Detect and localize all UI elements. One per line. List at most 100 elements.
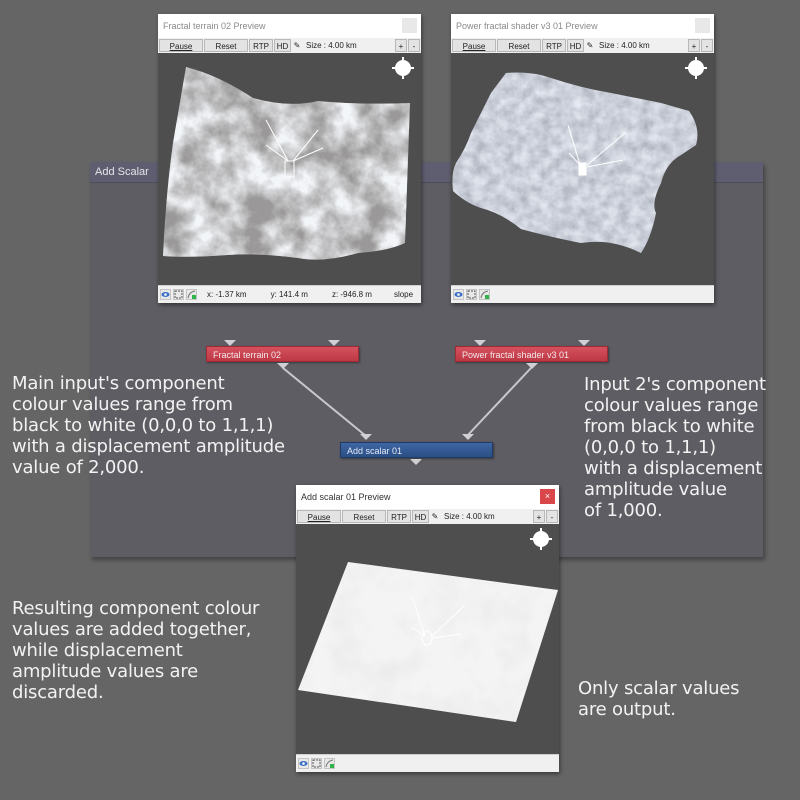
note-line: of 1,000.	[584, 500, 663, 521]
note-input-2: Input 2's component colour values range …	[584, 374, 766, 521]
rtp-button[interactable]: RTP	[387, 510, 411, 523]
close-button[interactable]	[695, 18, 710, 33]
size-readout: Size : 4.00 km	[599, 41, 650, 50]
input-port-2[interactable]	[462, 434, 474, 440]
pause-label: Pause	[307, 513, 331, 522]
close-button[interactable]	[402, 18, 417, 33]
note-line: discarded.	[12, 682, 104, 703]
z-coordinate: z: -946.8 m	[331, 290, 372, 299]
slope-icon[interactable]	[324, 758, 335, 769]
note-line: while displacement	[12, 640, 183, 661]
zoom-in-button[interactable]: +	[395, 39, 407, 52]
slope-icon[interactable]	[479, 289, 490, 300]
frame-select-icon[interactable]	[173, 289, 184, 300]
note-line: colour values range	[584, 395, 759, 416]
node-fractal-terrain[interactable]: Fractal terrain 02	[206, 346, 359, 362]
note-line: values are added together,	[12, 619, 252, 640]
zoom-in-button[interactable]: +	[533, 510, 545, 523]
brush-icon[interactable]: ✎	[292, 41, 302, 50]
hd-button[interactable]: HD	[567, 39, 584, 52]
preview-viewport[interactable]	[451, 53, 714, 285]
node-power-fractal-shader[interactable]: Power fractal shader v3 01	[455, 346, 608, 362]
terrain-render	[452, 72, 698, 253]
slope-readout: slope	[393, 290, 414, 299]
terrain-render	[298, 562, 558, 722]
wire-fractal-to-add	[282, 367, 367, 437]
y-coordinate: y: 141.4 m	[270, 290, 308, 299]
hd-button[interactable]: HD	[412, 510, 429, 523]
brush-icon[interactable]: ✎	[430, 512, 440, 521]
pause-button[interactable]: Pause	[159, 39, 203, 52]
note-line: are output.	[578, 699, 676, 720]
preview-viewport[interactable]	[296, 524, 559, 754]
zoom-out-button[interactable]: -	[701, 39, 713, 52]
preview-window-fractal-terrain: Fractal terrain 02 Preview Pause Reset R…	[158, 14, 421, 303]
close-button[interactable]: ×	[540, 489, 555, 504]
slope-icon[interactable]	[186, 289, 197, 300]
rtp-button[interactable]: RTP	[542, 39, 566, 52]
zoom-out-button[interactable]: -	[546, 510, 558, 523]
note-line: colour values range from	[12, 394, 233, 415]
reset-button[interactable]: Reset	[204, 39, 248, 52]
note-line: (0,0,0 to 1,1,1)	[584, 437, 716, 458]
note-output: Only scalar values are output.	[578, 678, 740, 720]
note-line: with a displacement	[584, 458, 763, 479]
wire-power-to-add	[466, 367, 532, 437]
note-line: black to white (0,0,0 to 1,1,1)	[12, 415, 274, 436]
note-line: Only scalar values	[578, 678, 740, 699]
brush-icon[interactable]: ✎	[585, 41, 595, 50]
preview-status-bar	[451, 285, 714, 303]
output-port[interactable]	[410, 459, 422, 465]
preview-window-add-scalar: Add scalar 01 Preview × Pause Reset RTP …	[296, 485, 559, 772]
input-port-1[interactable]	[360, 434, 372, 440]
output-port[interactable]	[277, 363, 289, 369]
node-add-scalar[interactable]: Add scalar 01	[340, 442, 493, 458]
note-main-input: Main input's component colour values ran…	[12, 373, 285, 478]
note-line: Resulting component colour	[12, 598, 260, 619]
preview-status-bar: x: -1.37 km y: 141.4 m z: -946.8 m slope	[158, 285, 421, 303]
output-port[interactable]	[526, 363, 538, 369]
note-line: amplitude values are	[12, 661, 199, 682]
note-line: amplitude value	[584, 479, 727, 500]
preview-title-bar[interactable]: Power fractal shader v3 01 Preview	[451, 14, 714, 38]
size-readout: Size : 4.00 km	[444, 512, 495, 521]
note-line: with a displacement amplitude	[12, 436, 285, 457]
note-line: Input 2's component	[584, 374, 766, 395]
size-readout: Size : 4.00 km	[306, 41, 357, 50]
preview-toolbar: Pause Reset RTP HD ✎ Size : 4.00 km + -	[296, 509, 559, 524]
pause-label: Pause	[169, 42, 193, 51]
hd-button[interactable]: HD	[274, 39, 291, 52]
note-result: Resulting component colour values are ad…	[12, 598, 259, 703]
pause-label: Pause	[462, 42, 486, 51]
preview-status-bar	[296, 754, 559, 772]
x-coordinate: x: -1.37 km	[207, 290, 247, 299]
preview-title-bar[interactable]: Fractal terrain 02 Preview	[158, 14, 421, 38]
compass-icon[interactable]	[530, 528, 552, 550]
preview-window-power-fractal: Power fractal shader v3 01 Preview Pause…	[451, 14, 714, 303]
pause-button[interactable]: Pause	[452, 39, 496, 52]
preview-toolbar: Pause Reset RTP HD ✎ Size : 4.00 km + -	[451, 38, 714, 53]
eye-icon[interactable]	[453, 289, 464, 300]
reset-button[interactable]: Reset	[342, 510, 386, 523]
frame-select-icon[interactable]	[466, 289, 477, 300]
reset-button[interactable]: Reset	[497, 39, 541, 52]
terrain-render	[163, 67, 410, 260]
zoom-out-button[interactable]: -	[408, 39, 420, 52]
compass-icon[interactable]	[392, 57, 414, 79]
pause-button[interactable]: Pause	[297, 510, 341, 523]
preview-title: Power fractal shader v3 01 Preview	[456, 21, 598, 31]
preview-title: Add scalar 01 Preview	[301, 492, 391, 502]
frame-select-icon[interactable]	[311, 758, 322, 769]
preview-title: Fractal terrain 02 Preview	[163, 21, 266, 31]
compass-icon[interactable]	[685, 57, 707, 79]
zoom-in-button[interactable]: +	[688, 39, 700, 52]
preview-toolbar: Pause Reset RTP HD ✎ Size : 4.00 km + -	[158, 38, 421, 53]
eye-icon[interactable]	[298, 758, 309, 769]
preview-viewport[interactable]	[158, 53, 421, 285]
preview-title-bar[interactable]: Add scalar 01 Preview ×	[296, 485, 559, 509]
rtp-button[interactable]: RTP	[249, 39, 273, 52]
note-line: from black to white	[584, 416, 755, 437]
eye-icon[interactable]	[160, 289, 171, 300]
note-line: Main input's component	[12, 373, 225, 394]
note-line: value of 2,000.	[12, 457, 145, 478]
